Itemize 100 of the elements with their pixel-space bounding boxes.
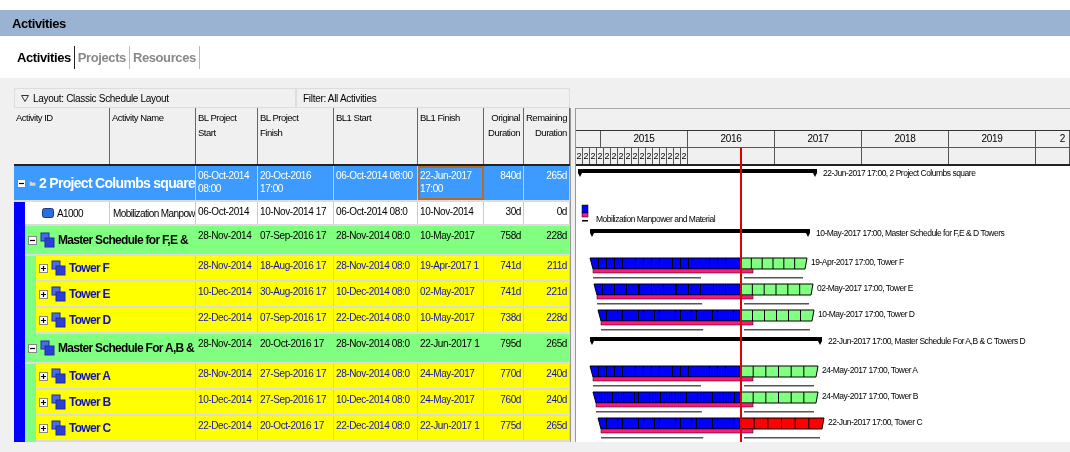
wbs-title: Master Schedule For A,B & (58, 341, 195, 355)
period-header: 2 (667, 148, 674, 164)
table-cell: 738d (484, 308, 524, 332)
dropdown-triangle-icon[interactable] (21, 94, 29, 102)
table-cell: 24-May-2017 (418, 390, 484, 414)
activity-row[interactable]: Tower D 22-Dec-2014 07-Sep-2016 17 22-Dec-2014 08:0 10-May-2017 738d 228d (36, 308, 570, 334)
period-header: 2 (625, 148, 632, 164)
activity-row[interactable]: Tower B 10-Dec-2014 27-Sep-2016 17 10-Dec-2014 08:0 24-May-2017 760d 240d (36, 390, 570, 416)
table-cell: 02-May-2017 (418, 282, 484, 306)
table-cell: 07-Sep-2016 17 (258, 226, 334, 254)
activity-row[interactable]: Tower F 28-Nov-2014 18-Aug-2016 17 28-Nov-2014 08:0 19-Apr-2017 1 741d 211d (36, 256, 570, 282)
period-header: 2 (660, 148, 667, 164)
activity-row[interactable]: A1000 Mobilization Manpow 06-Oct-2014 10-Nov-2014 17 06-Oct-2014 08:0 10-Nov-2014 30d 0d (25, 202, 570, 226)
column-header[interactable]: Activity ID (14, 108, 110, 164)
table-cell: 07-Sep-2016 17 (258, 308, 334, 332)
column-header[interactable]: BL1 Start (334, 108, 418, 164)
table-cell: 30d (484, 202, 524, 224)
period-header: 2 (618, 148, 625, 164)
table-cell: 770d (484, 364, 524, 388)
expand-icon[interactable] (39, 397, 48, 407)
expand-icon[interactable] (39, 315, 48, 325)
bar-label: Mobilization Manpower and Material (596, 214, 716, 225)
bar-label: 22-Jun-2017 17:00, 2 Project Columbs square (823, 168, 976, 179)
table-cell: 06-Oct-2014 08:00 (196, 166, 258, 200)
activity-row[interactable]: Master Schedule For A,B & 28-Nov-2014 20-Oct-2016 17 28-Nov-2014 08:0 22-Jun-2017 1 795d 265d (25, 334, 570, 364)
table-cell: 10-Dec-2014 08:0 (334, 282, 418, 306)
expand-icon[interactable] (39, 289, 48, 299)
bar-label: 19-Apr-2017 17:00, Tower F (811, 257, 904, 268)
table-cell: 06-Oct-2014 (196, 202, 258, 224)
bar-label: 24-May-2017 17:00, Tower A (822, 365, 918, 376)
table-cell: 758d (484, 226, 524, 254)
table-cell: 20-Oct-2016 17 (258, 334, 334, 362)
period-header: 2 (639, 148, 646, 164)
activity-row[interactable]: Tower C 22-Dec-2014 20-Oct-2016 17 22-Dec-2014 08:0 22-Jun-2017 1 775d 265d (36, 416, 570, 442)
table-cell: 10-Nov-2014 17 (258, 202, 334, 224)
table-cell: 18-Aug-2016 17 (258, 256, 334, 280)
table-cell: 24-May-2017 (418, 364, 484, 388)
tab[interactable]: Activities (14, 45, 75, 69)
period-header: 2 (646, 148, 653, 164)
activity-row[interactable]: Tower A 28-Nov-2014 27-Sep-2016 17 28-Nov-2014 08:0 24-May-2017 770d 240d (36, 364, 570, 390)
collapse-icon[interactable] (28, 343, 37, 353)
table-cell: 10-Dec-2014 08:0 (334, 390, 418, 414)
wbs-icon (40, 340, 55, 356)
table-cell: 28-Nov-2014 (196, 364, 258, 388)
outline-band (14, 202, 25, 226)
table-cell: 22-Dec-2014 (196, 416, 258, 440)
layout-label: Layout: Classic Schedule Layout (33, 92, 169, 104)
window-title: Activities (12, 15, 66, 31)
year-header: 2016 (688, 131, 775, 147)
wbs-icon (51, 420, 66, 436)
activity-bar (581, 204, 589, 222)
wbs-title: Tower A (69, 369, 111, 383)
period-header: 2 (681, 148, 688, 164)
period-header: 2 (597, 148, 604, 164)
table-cell: 10-May-2017 (418, 308, 484, 332)
expand-icon[interactable] (39, 423, 48, 433)
table-cell: 22-Jun-2017 1 (418, 416, 484, 440)
activity-row[interactable]: Master Schedule for F,E & 28-Nov-2014 07-Sep-2016 17 28-Nov-2014 08:0 10-May-2017 758d 228d (25, 226, 570, 256)
table-cell: 840d (484, 166, 524, 200)
table-cell: 22-Jun-2017 1 (418, 334, 484, 362)
wbs-icon (51, 312, 66, 328)
wbs-title: 2 Project Columbs square (39, 175, 195, 191)
year-header: 2015 (601, 131, 688, 147)
layout-bar[interactable]: Layout: Classic Schedule Layout (14, 88, 296, 108)
column-header[interactable]: BL1 Finish (418, 108, 484, 164)
wbs-title: Master Schedule for F,E & (58, 233, 188, 247)
bar-label: 22-Jun-2017 17:00, Master Schedule For A,B & C Towers D (828, 336, 1026, 347)
column-header[interactable]: Activity Name (110, 108, 196, 164)
period-header: 2 (674, 148, 681, 164)
column-header[interactable]: BL Project Start (196, 108, 258, 164)
expand-icon[interactable] (39, 263, 48, 273)
bar-label: 02-May-2017 17:00, Tower E (817, 283, 913, 294)
table-cell: 19-Apr-2017 1 (418, 256, 484, 280)
tab[interactable]: Projects (74, 45, 130, 69)
table-cell: 27-Sep-2016 17 (258, 364, 334, 388)
wbs-icon (51, 394, 66, 410)
period-header: 2 (653, 148, 660, 164)
period-header: 2 (583, 148, 590, 164)
column-header[interactable]: BL Project Finish (258, 108, 334, 164)
collapse-icon[interactable] (17, 178, 26, 188)
wbs-icon (51, 260, 66, 276)
outline-band (25, 256, 36, 282)
outline-band (25, 364, 36, 390)
wbs-title: Tower B (69, 395, 111, 409)
activity-row[interactable]: Tower E 10-Dec-2014 30-Aug-2016 17 10-Dec-2014 08:0 02-May-2017 741d 221d (36, 282, 570, 308)
table-cell: 06-Oct-2014 08:00 (334, 166, 418, 200)
period-header: 2 (611, 148, 618, 164)
collapse-icon[interactable] (28, 235, 37, 245)
table-cell: 10-May-2017 (418, 226, 484, 254)
expand-icon[interactable] (39, 371, 48, 381)
bar-label: 24-May-2017 17:00, Tower B (822, 391, 918, 402)
period-header: 2 (632, 148, 639, 164)
activity-id: A1000 (57, 207, 83, 219)
wbs-title: Tower D (69, 313, 111, 327)
column-header[interactable]: Original Duration (484, 108, 524, 164)
table-cell: 775d (484, 416, 524, 440)
filter-label: Filter: All Activities (303, 92, 377, 104)
tab[interactable]: Resources (129, 45, 200, 69)
table-cell: 22-Dec-2014 (196, 308, 258, 332)
table-cell: 06-Oct-2014 08:0 (334, 202, 418, 224)
